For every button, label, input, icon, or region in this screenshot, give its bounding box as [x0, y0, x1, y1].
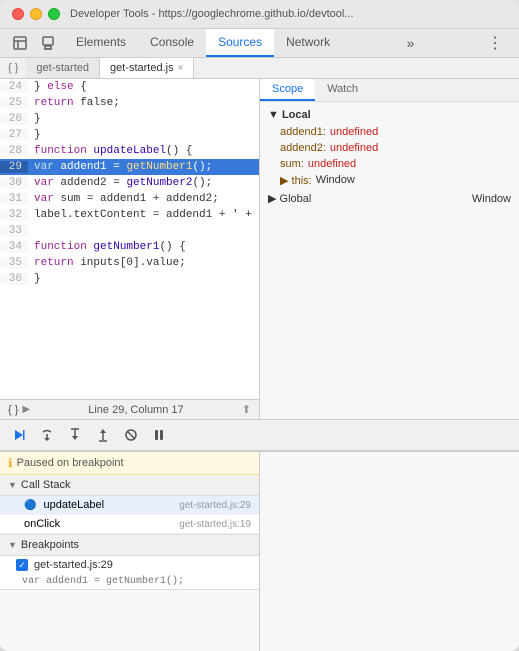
code-line-30: 30 var addend2 = getNumber2();: [0, 175, 259, 191]
tab-elements[interactable]: Elements: [64, 29, 138, 57]
inspector-icon[interactable]: [8, 31, 32, 55]
bottom-section: ℹ Paused on breakpoint ▼ Call Stack 🔵 up…: [0, 451, 519, 651]
code-line-26: 26 }: [0, 111, 259, 127]
step-out-button[interactable]: [92, 424, 114, 446]
info-icon: ℹ: [8, 456, 13, 470]
code-area[interactable]: 24 } else { 25 return false; 26 } 27 }: [0, 79, 259, 399]
file-tab-get-started-js[interactable]: get-started.js ×: [100, 58, 194, 78]
step-into-button[interactable]: [64, 424, 86, 446]
breakpoints-content: ✓ get-started.js:29 var addend1 = getNum…: [0, 556, 259, 589]
code-line-36: 36 }: [0, 271, 259, 287]
traffic-lights: [12, 8, 60, 20]
breakpoint-alert: ℹ Paused on breakpoint: [0, 452, 259, 475]
cursor-position: Line 29, Column 17: [88, 404, 183, 416]
breakpoint-item-0[interactable]: ✓ get-started.js:29: [0, 556, 259, 574]
var-sum: sum: undefined: [260, 156, 519, 172]
pause-on-exception-button[interactable]: [148, 424, 170, 446]
menu-button[interactable]: ⋮: [479, 29, 511, 57]
call-stack-accordion: ▼ Call Stack 🔵 updateLabel get-started.j…: [0, 475, 259, 535]
tab-console[interactable]: Console: [138, 29, 206, 57]
bracket-icon: { }: [0, 58, 26, 78]
close-button[interactable]: [12, 8, 24, 20]
code-panel: 24 } else { 25 return false; 26 } 27 }: [0, 79, 260, 419]
maximize-button[interactable]: [48, 8, 60, 20]
code-line-34: 34 function getNumber1() {: [0, 239, 259, 255]
main-content: 24 } else { 25 return false; 26 } 27 }: [0, 79, 519, 419]
close-tab-icon[interactable]: ×: [178, 63, 184, 74]
step-over-button[interactable]: [36, 424, 58, 446]
breakpoint-code: var addend1 = getNumber1();: [0, 574, 259, 589]
scope-panel: Scope Watch ▼ Local addend1: undefined a…: [260, 79, 519, 419]
file-tab-get-started[interactable]: get-started: [26, 58, 100, 78]
stack-frame-0[interactable]: 🔵 updateLabel get-started.js:29: [0, 496, 259, 515]
left-panel: ℹ Paused on breakpoint ▼ Call Stack 🔵 up…: [0, 452, 260, 651]
code-line-31: 31 var sum = addend1 + addend2;: [0, 191, 259, 207]
titlebar: Developer Tools - https://googlechrome.g…: [0, 0, 519, 29]
breakpoints-header[interactable]: ▼ Breakpoints: [0, 535, 259, 556]
call-stack-header[interactable]: ▼ Call Stack: [0, 475, 259, 496]
scope-content: ▼ Local addend1: undefined addend2: unde…: [260, 102, 519, 212]
code-line-25: 25 return false;: [0, 95, 259, 111]
var-addend2: addend2: undefined: [260, 140, 519, 156]
scope-tabs: Scope Watch: [260, 79, 519, 102]
stack-frame-1[interactable]: onClick get-started.js:19: [0, 515, 259, 534]
bracket-status-icon: { }: [8, 404, 18, 416]
resume-button[interactable]: [8, 424, 30, 446]
tab-network[interactable]: Network: [274, 29, 342, 57]
call-stack-content: 🔵 updateLabel get-started.js:29 onClick …: [0, 496, 259, 534]
code-line-28: 28 function updateLabel() {: [0, 143, 259, 159]
minimize-button[interactable]: [30, 8, 42, 20]
code-line-24: 24 } else {: [0, 79, 259, 95]
breakpoints-accordion: ▼ Breakpoints ✓ get-started.js:29 var ad…: [0, 535, 259, 590]
deactivate-breakpoints-button[interactable]: [120, 424, 142, 446]
code-line-35: 35 return inputs[0].value;: [0, 255, 259, 271]
file-tabs: { } get-started get-started.js ×: [0, 58, 519, 79]
devtools-window: Developer Tools - https://googlechrome.g…: [0, 0, 519, 651]
global-group[interactable]: ▶ Global Window: [260, 189, 519, 208]
alert-text: Paused on breakpoint: [17, 457, 124, 469]
scroll-icon: ⬆: [242, 403, 251, 416]
tab-watch[interactable]: Watch: [315, 79, 370, 101]
debug-toolbar: [0, 420, 519, 451]
code-line-33: 33: [0, 223, 259, 239]
status-bar: { } ▶ Line 29, Column 17 ⬆: [0, 399, 259, 419]
code-line-29: 29 var addend1 = getNumber1();: [0, 159, 259, 175]
tab-scope[interactable]: Scope: [260, 79, 315, 101]
device-icon[interactable]: [36, 31, 60, 55]
bottom-section-wrapper: ℹ Paused on breakpoint ▼ Call Stack 🔵 up…: [0, 419, 519, 651]
var-addend1: addend1: undefined: [260, 124, 519, 140]
right-bottom-panel: [260, 452, 519, 651]
code-line-32: 32 label.textContent = addend1 + ' + ' +…: [0, 207, 259, 223]
breakpoint-checkbox[interactable]: ✓: [16, 559, 28, 571]
code-line-27: 27 }: [0, 127, 259, 143]
local-group[interactable]: ▼ Local: [260, 106, 519, 124]
window-title: Developer Tools - https://googlechrome.g…: [70, 8, 507, 20]
var-this[interactable]: ▶ this: Window: [260, 172, 519, 189]
nav-tabs: Elements Console Sources Network » ⋮: [0, 29, 519, 58]
tab-sources[interactable]: Sources: [206, 29, 274, 57]
more-tabs-button[interactable]: »: [401, 31, 421, 55]
